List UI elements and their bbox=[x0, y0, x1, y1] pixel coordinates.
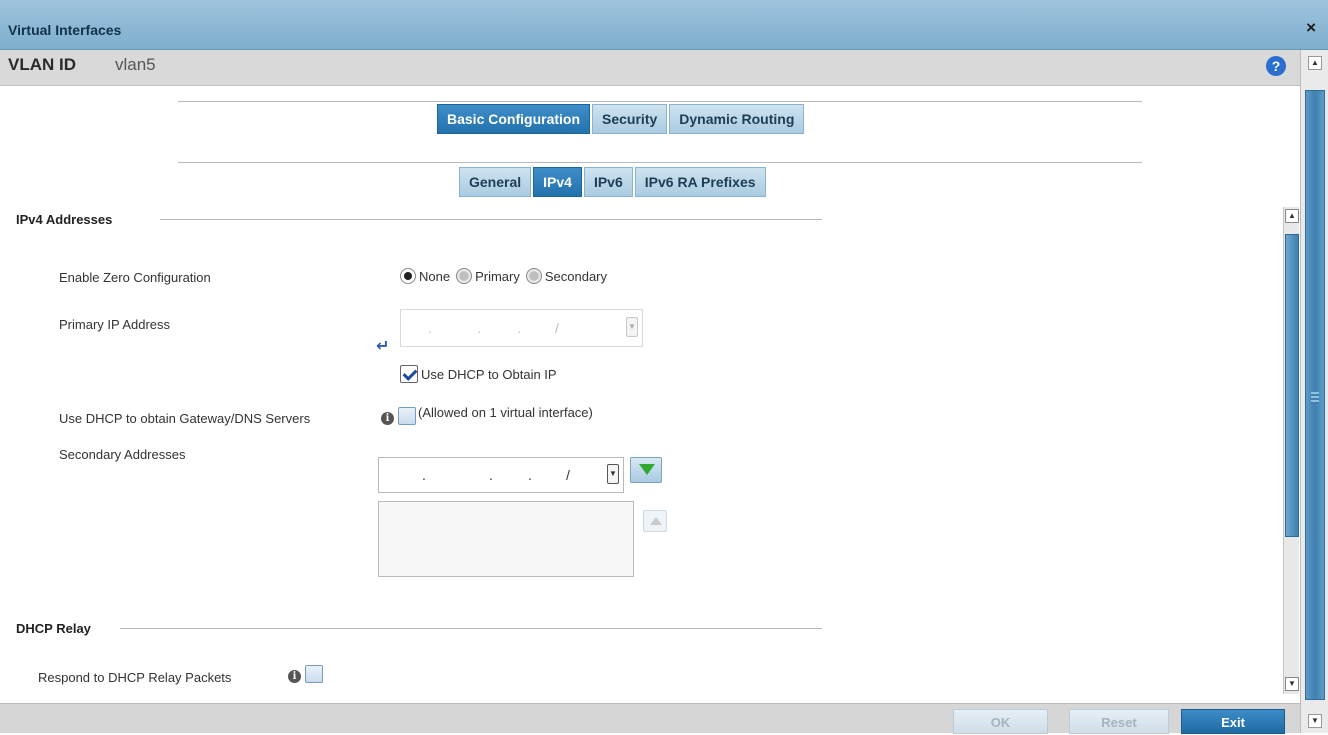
divider bbox=[178, 162, 1142, 163]
ok-button[interactable]: OK bbox=[953, 709, 1048, 734]
tab-ipv6[interactable]: IPv6 bbox=[583, 167, 633, 197]
tab-basic-configuration[interactable]: Basic Configuration bbox=[437, 104, 591, 134]
window-title: Virtual Interfaces bbox=[8, 22, 122, 38]
dialog-footer: OK Reset Exit bbox=[0, 703, 1300, 734]
chevron-down-icon[interactable]: ▼ bbox=[626, 317, 638, 337]
radio-secondary[interactable] bbox=[525, 268, 542, 284]
tab-security[interactable]: Security bbox=[592, 104, 668, 134]
primary-ip-input[interactable]: . . . / ▼ bbox=[400, 309, 643, 347]
gateway-dns-label: Use DHCP to obtain Gateway/DNS Servers bbox=[59, 411, 311, 426]
remove-arrow-icon[interactable] bbox=[643, 510, 667, 532]
scrollbar-thumb[interactable] bbox=[1285, 234, 1299, 537]
help-icon[interactable]: ? bbox=[1266, 56, 1286, 76]
chevron-down-icon[interactable]: ▼ bbox=[607, 464, 619, 484]
ipv4-section-title: IPv4 Addresses bbox=[16, 212, 113, 227]
primary-ip-label: Primary IP Address bbox=[59, 317, 171, 332]
content-scrollbar[interactable]: ▲ ▼ bbox=[1283, 207, 1299, 694]
radio-primary-label: Primary bbox=[475, 268, 520, 284]
tab-ipv6-ra-prefixes[interactable]: IPv6 RA Prefixes bbox=[634, 167, 766, 197]
secondary-address-input[interactable]: . . . / ▼ bbox=[378, 457, 624, 493]
use-dhcp-checkbox[interactable] bbox=[400, 365, 418, 383]
tab-dynamic-routing[interactable]: Dynamic Routing bbox=[669, 104, 805, 134]
zero-config-label: Enable Zero Configuration bbox=[59, 270, 211, 285]
zero-config-radio-group: None Primary Secondary bbox=[400, 268, 613, 284]
ip-separator: . bbox=[528, 467, 532, 483]
scroll-grip-icon bbox=[1311, 392, 1319, 404]
tab-general[interactable]: General bbox=[459, 167, 532, 197]
use-dhcp-label: Use DHCP to Obtain IP bbox=[421, 367, 557, 382]
scroll-up-icon[interactable]: ▲ bbox=[1285, 209, 1299, 223]
ip-separator: . bbox=[517, 320, 521, 336]
scroll-down-icon[interactable]: ▼ bbox=[1308, 714, 1322, 728]
gateway-dns-note: (Allowed on 1 virtual interface) bbox=[418, 405, 593, 420]
vlan-id-value: vlan5 bbox=[115, 55, 156, 74]
close-icon[interactable]: × bbox=[1306, 18, 1316, 38]
vlan-id-label: VLAN ID bbox=[8, 55, 76, 74]
vlan-header: VLAN ID vlan5 bbox=[0, 50, 1300, 86]
outer-scrollbar[interactable]: ▲ ▼ bbox=[1300, 50, 1328, 733]
sub-tabs: General IPv4 IPv6 IPv6 RA Prefixes bbox=[459, 167, 768, 197]
ip-separator: . bbox=[489, 467, 493, 483]
scroll-up-icon[interactable]: ▲ bbox=[1308, 56, 1322, 70]
tab-ipv4[interactable]: IPv4 bbox=[533, 167, 582, 197]
secondary-addresses-list[interactable] bbox=[378, 501, 634, 577]
section-divider bbox=[160, 219, 822, 220]
section-divider bbox=[120, 628, 822, 629]
scroll-down-icon[interactable]: ▼ bbox=[1285, 677, 1299, 691]
gateway-dns-checkbox[interactable] bbox=[398, 407, 416, 425]
divider bbox=[178, 101, 1142, 102]
respond-relay-label: Respond to DHCP Relay Packets bbox=[38, 670, 232, 685]
dhcp-relay-section-title: DHCP Relay bbox=[16, 621, 91, 636]
radio-primary[interactable] bbox=[456, 268, 473, 284]
info-icon[interactable]: i bbox=[288, 670, 301, 683]
ip-separator: . bbox=[428, 320, 432, 336]
ip-slash: / bbox=[566, 467, 570, 483]
add-arrow-icon[interactable] bbox=[630, 457, 662, 483]
respond-relay-checkbox[interactable] bbox=[305, 665, 323, 683]
info-icon[interactable]: i bbox=[381, 412, 394, 425]
main-tabs: Basic Configuration Security Dynamic Rou… bbox=[437, 104, 806, 134]
radio-secondary-label: Secondary bbox=[544, 268, 608, 284]
ip-separator: . bbox=[422, 467, 426, 483]
radio-none[interactable] bbox=[400, 268, 416, 284]
window-titlebar: Virtual Interfaces × bbox=[0, 0, 1328, 50]
radio-none-label: None bbox=[419, 268, 451, 284]
enter-arrow-icon: ↵ bbox=[376, 338, 390, 355]
secondary-addresses-label: Secondary Addresses bbox=[59, 447, 186, 462]
ip-separator: . bbox=[477, 320, 481, 336]
ip-slash: / bbox=[555, 320, 559, 336]
exit-button[interactable]: Exit bbox=[1181, 709, 1285, 734]
reset-button[interactable]: Reset bbox=[1069, 709, 1169, 734]
